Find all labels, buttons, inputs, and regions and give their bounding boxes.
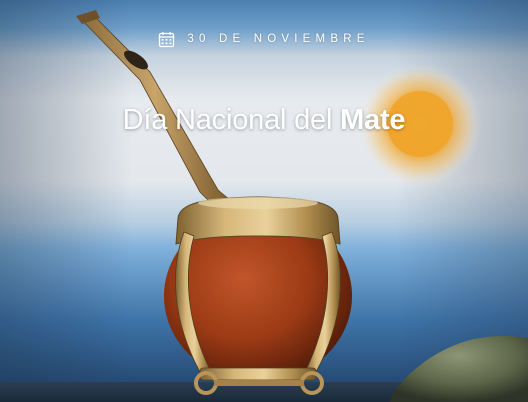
page-title: Día Nacional del Mate bbox=[0, 104, 528, 137]
title-regular: Día Nacional del bbox=[122, 104, 333, 136]
title-bold: Mate bbox=[340, 104, 406, 136]
date-row: 30 DE NOVIEMBRE bbox=[0, 28, 528, 50]
calendar-icon bbox=[159, 31, 175, 47]
mate-day-banner: 30 DE NOVIEMBRE Día Nacional del Mate bbox=[0, 0, 528, 402]
flag-and-mate-scene bbox=[0, 0, 528, 402]
date-label: 30 DE NOVIEMBRE bbox=[187, 33, 370, 45]
